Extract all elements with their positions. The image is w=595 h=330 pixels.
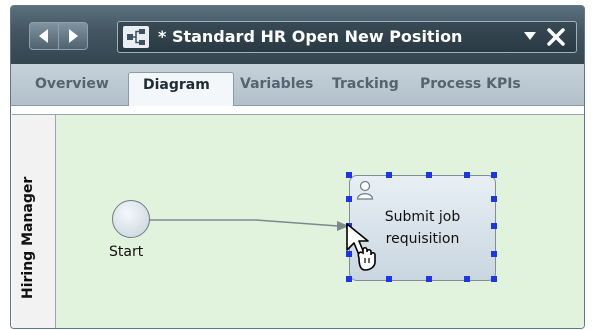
user-icon: [356, 180, 374, 200]
selection-handle[interactable]: [491, 196, 497, 202]
grab-hand-cursor-icon: [346, 223, 376, 271]
start-event-label: Start: [109, 244, 144, 260]
selection-handle[interactable]: [346, 172, 352, 178]
selection-handle[interactable]: [464, 172, 470, 178]
selection-handle[interactable]: [386, 276, 392, 282]
selection-handle[interactable]: [386, 172, 392, 178]
selection-handle[interactable]: [346, 196, 352, 202]
selection-handle[interactable]: [426, 172, 432, 178]
selection-handle[interactable]: [491, 251, 497, 257]
selection-handle[interactable]: [346, 276, 352, 282]
selection-handle[interactable]: [464, 276, 470, 282]
selection-handle[interactable]: [426, 276, 432, 282]
selection-handle[interactable]: [491, 276, 497, 282]
start-event[interactable]: [112, 200, 150, 238]
sequence-flow-line[interactable]: [0, 0, 595, 330]
selection-handle[interactable]: [491, 172, 497, 178]
selection-handle[interactable]: [491, 223, 497, 229]
